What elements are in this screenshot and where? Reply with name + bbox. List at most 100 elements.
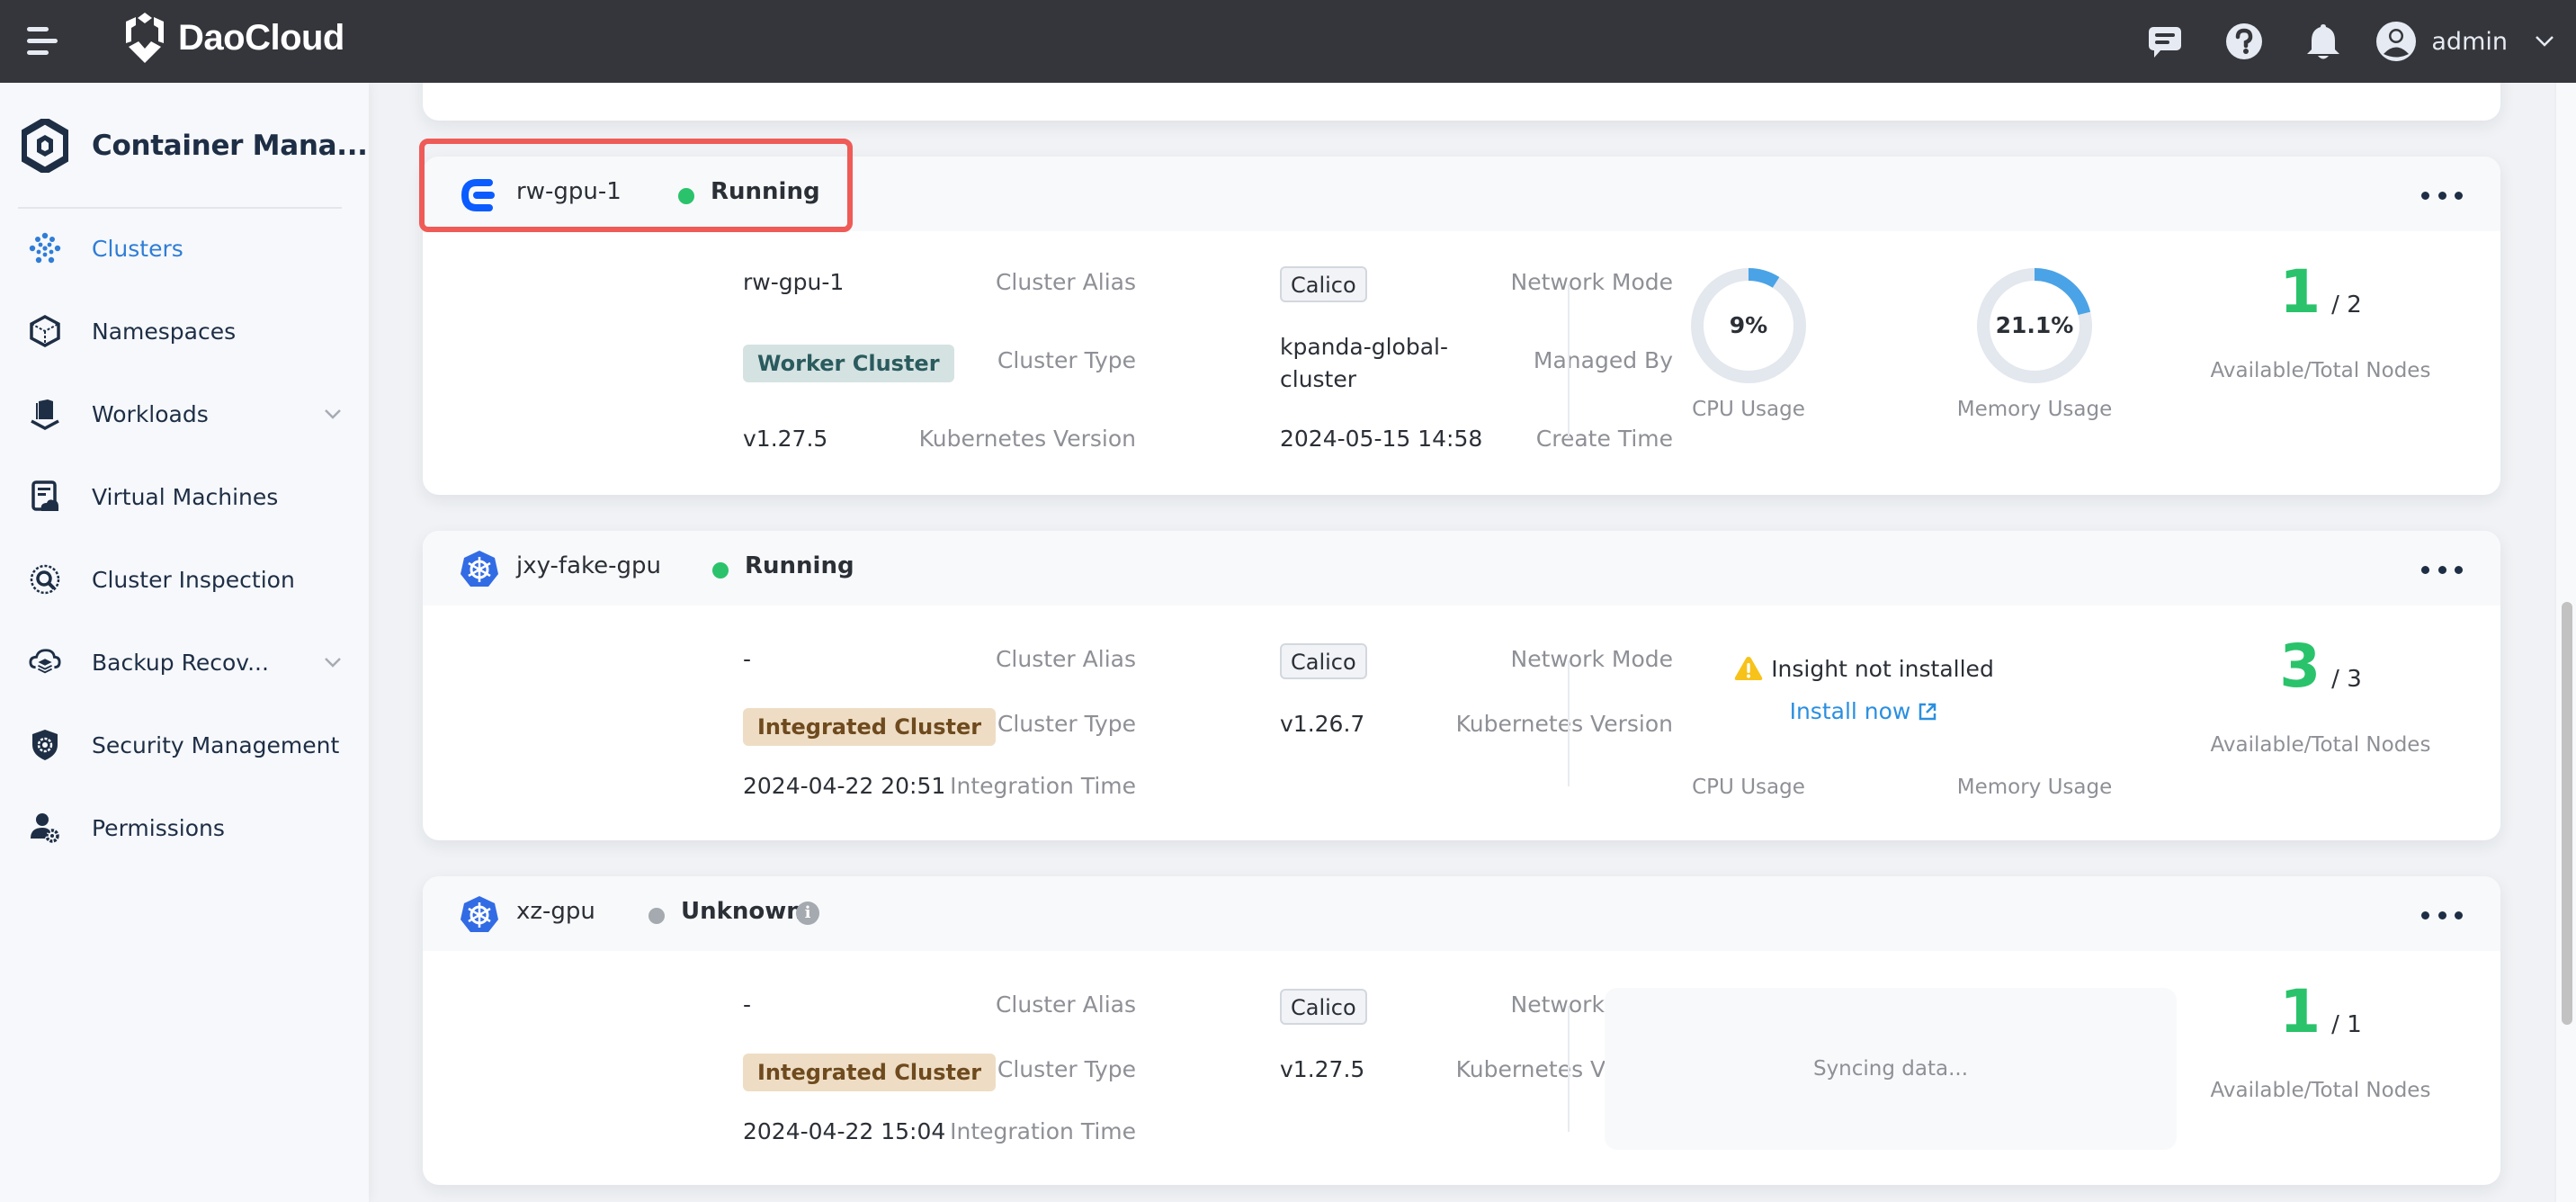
cluster-alias-value: -	[743, 646, 752, 672]
sidebar-item-label: Namespaces	[92, 318, 237, 345]
user-avatar-icon	[2376, 22, 2417, 61]
install-now-link[interactable]: Install now	[1684, 698, 2044, 724]
sidebar-item-label: Clusters	[92, 235, 183, 262]
cpu-usage-value: 9%	[1729, 312, 1768, 338]
field-label: Cluster Type	[997, 1056, 1136, 1082]
sidebar-item-cluster-inspection[interactable]: Cluster Inspection	[0, 543, 369, 615]
sidebar-item-workloads[interactable]: Workloads	[0, 378, 369, 450]
top-navigation-bar: DaoCloud admin	[0, 0, 2576, 83]
status-dot	[712, 562, 729, 579]
user-name: admin	[2431, 27, 2508, 56]
user-menu[interactable]: admin	[2375, 21, 2576, 62]
cluster-card[interactable]: rw-gpu-1 Running Cluster Alias rw-gpu-1 …	[423, 157, 2500, 495]
sidebar-divider	[18, 207, 342, 209]
warning-icon	[1734, 657, 1763, 680]
field-label: Network Mode	[1510, 646, 1673, 672]
worker-cluster-logo-icon	[461, 179, 495, 211]
message-icon[interactable]	[2145, 22, 2185, 61]
scrollbar-thumb[interactable]	[2562, 602, 2572, 1025]
kubernetes-version-value: v1.26.7	[1280, 711, 1365, 737]
syncing-text: Syncing data...	[1812, 1057, 1969, 1081]
more-actions-button[interactable]	[2421, 900, 2463, 930]
status-text: Unknown	[681, 898, 803, 925]
cluster-card[interactable]: jxy-fake-gpu Running Cluster Alias - Clu…	[423, 531, 2500, 840]
cluster-name-link[interactable]: rw-gpu-1	[516, 178, 622, 205]
kubernetes-version-value: v1.27.5	[1280, 1056, 1365, 1082]
managed-by-line-2: cluster	[1280, 366, 1357, 392]
workloads-icon	[29, 398, 61, 430]
sidebar-item-clusters[interactable]: Clusters	[0, 212, 369, 284]
inspection-icon	[29, 563, 61, 596]
daocloud-logo[interactable]: DaoCloud	[121, 11, 344, 65]
managed-by-line-1: kpanda-global-	[1280, 334, 1448, 360]
section-divider	[1568, 1006, 1570, 1132]
sidebar-item-security-management[interactable]: Security Management	[0, 709, 369, 781]
field-label: Cluster Alias	[995, 269, 1136, 295]
available-nodes: 1	[2279, 257, 2321, 327]
notification-bell-icon[interactable]	[2303, 22, 2343, 61]
sidebar-item-label: Cluster Inspection	[92, 566, 295, 593]
section-divider	[1568, 284, 1570, 439]
more-actions-button[interactable]	[2421, 180, 2463, 211]
brand-name: DaoCloud	[178, 17, 344, 58]
total-nodes: / 1	[2331, 1011, 2362, 1038]
cluster-card[interactable]: xz-gpu Unknown i Cluster Alias - Cluster…	[423, 876, 2500, 1185]
help-icon[interactable]	[2224, 22, 2264, 61]
virtual-machine-icon	[29, 480, 61, 513]
available-nodes: 3	[2279, 632, 2321, 701]
container-management-icon	[22, 119, 68, 173]
field-label: Network Mode	[1510, 269, 1673, 295]
section-divider	[1568, 660, 1570, 786]
network-mode-tag: Calico	[1280, 643, 1367, 679]
sidebar-item-label: Virtual Machines	[92, 483, 279, 510]
nodes-label: Available/Total Nodes	[2210, 1079, 2431, 1102]
chevron-down-icon	[325, 658, 341, 668]
total-nodes: / 3	[2331, 666, 2362, 693]
sidebar-item-virtual-machines[interactable]: Virtual Machines	[0, 461, 369, 533]
status-dot	[678, 188, 694, 204]
info-icon[interactable]: i	[796, 902, 819, 925]
status-dot	[648, 908, 665, 924]
cluster-alias-value: -	[743, 991, 752, 1018]
sidebar-item-label: Workloads	[92, 400, 209, 427]
nodes-count: 1 / 2	[2177, 257, 2464, 327]
install-now-text: Install now	[1789, 698, 1911, 724]
permissions-user-gear-icon	[29, 812, 61, 844]
nodes-label: Available/Total Nodes	[2210, 733, 2431, 757]
total-nodes: / 2	[2331, 292, 2362, 318]
kubernetes-icon	[461, 896, 498, 932]
memory-usage-label: Memory Usage	[1956, 398, 2113, 421]
field-label: Kubernetes Version	[918, 426, 1136, 452]
sidebar-item-backup-recovery[interactable]: Backup Recov...	[0, 626, 369, 698]
cluster-card-header: xz-gpu Unknown i	[423, 876, 2500, 951]
main-scrollbar[interactable]	[2554, 83, 2576, 1202]
chevron-down-icon	[2536, 36, 2554, 47]
integration-time-value: 2024-04-22 20:51	[743, 773, 946, 799]
external-link-icon	[1919, 703, 1936, 720]
daocloud-logo-icon	[126, 13, 164, 63]
field-label: Managed By	[1533, 347, 1673, 373]
sidebar-item-label: Permissions	[92, 814, 225, 841]
cluster-card-header: rw-gpu-1 Running	[423, 157, 2500, 231]
nodes-count: 3 / 3	[2177, 632, 2464, 701]
kubernetes-icon	[461, 551, 498, 587]
cluster-name-link[interactable]: xz-gpu	[516, 898, 595, 925]
available-nodes: 1	[2279, 977, 2321, 1046]
field-label: Integration Time	[950, 773, 1136, 799]
menu-icon[interactable]	[25, 25, 61, 58]
cluster-name-link[interactable]: jxy-fake-gpu	[516, 552, 661, 579]
memory-usage-value: 21.1%	[1995, 312, 2074, 338]
more-actions-button[interactable]	[2421, 554, 2463, 585]
field-label: Cluster Alias	[995, 991, 1136, 1018]
field-label: Cluster Type	[997, 347, 1136, 373]
sidebar-item-label: Security Management	[92, 731, 340, 758]
cluster-type-tag: Integrated Cluster	[743, 708, 997, 746]
sidebar-item-label: Backup Recov...	[92, 649, 269, 676]
memory-usage-label: Memory Usage	[1956, 776, 2113, 799]
sidebar-item-permissions[interactable]: Permissions	[0, 792, 369, 864]
clusters-icon	[29, 232, 61, 265]
sidebar-item-namespaces[interactable]: Namespaces	[0, 295, 369, 367]
security-shield-icon	[29, 729, 61, 761]
status-text: Running	[711, 178, 820, 205]
insight-warning-text: Insight not installed	[1771, 655, 1994, 682]
